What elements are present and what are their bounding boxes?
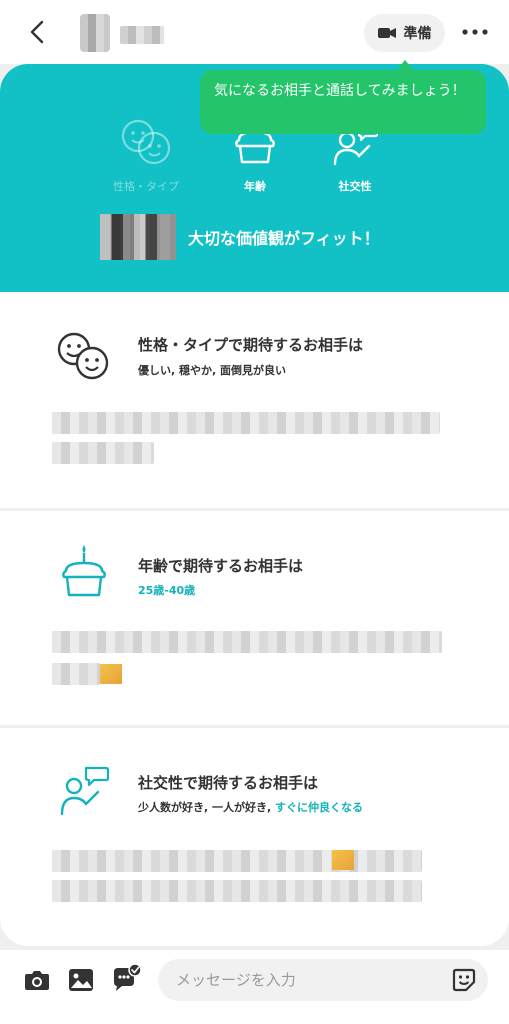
expectation-card-age: 年齢で期待するお相手は 25歳-40歳 — [0, 511, 509, 725]
back-arrow-icon[interactable] — [26, 18, 50, 46]
camera-icon[interactable] — [24, 968, 50, 992]
tooltip-text: 気になるお相手と通話してみましょう！ — [214, 83, 466, 99]
card-subtitle: 25歳-40歳 — [138, 584, 196, 597]
people-chat-icon — [60, 766, 110, 816]
hero-label: 社交性 — [338, 180, 372, 193]
card-subtitle: 少人数が好き, 一人が好き, すぐに仲良くなる — [138, 799, 363, 815]
blurred-message-text — [52, 412, 440, 434]
card-subtitle-plain: 少人数が好き, 一人が好き, — [138, 801, 276, 814]
cake-icon — [62, 545, 106, 597]
emoji-icon — [332, 850, 354, 870]
call-prep-label: 準備 — [403, 26, 432, 42]
card-title: 社交性で期待するお相手は — [138, 774, 319, 792]
blurred-message-text — [52, 442, 154, 464]
partner-name — [120, 26, 164, 44]
chat-check-icon[interactable] — [110, 964, 142, 994]
message-input[interactable] — [158, 959, 488, 1001]
expectation-card-personality: 性格・タイプで期待するお相手は 優しい, 穏やか, 面倒見が良い — [0, 292, 509, 508]
more-options-icon[interactable] — [460, 22, 490, 42]
blurred-message-text — [52, 631, 442, 653]
video-camera-icon — [377, 28, 396, 38]
card-subtitle: 優しい, 穏やか, 面倒見が良い — [138, 364, 287, 377]
call-suggestion-tooltip[interactable]: 気になるお相手と通話してみましょう！ — [200, 60, 486, 134]
card-title: 年齢で期待するお相手は — [138, 557, 304, 575]
blurred-message-text — [52, 850, 422, 872]
card-title: 性格・タイプで期待するお相手は — [138, 336, 364, 354]
hero-item-age: 年齢 — [205, 126, 305, 194]
fit-headline-text: 大切な価値観がフィット！ — [188, 229, 380, 248]
faces-icon — [57, 332, 109, 380]
sticker-icon[interactable] — [452, 968, 476, 992]
hero-label: 年齢 — [244, 180, 266, 193]
blurred-message-text — [52, 880, 422, 902]
hero-item-personality: 性格・タイプ — [96, 116, 196, 194]
expectation-card-sociability: 社交性で期待するお相手は 少人数が好き, 一人が好き, すぐに仲良くなる — [0, 728, 509, 946]
faces-icon — [121, 119, 171, 165]
call-prep-button[interactable]: 準備 — [364, 14, 445, 52]
fit-headline: 大切な価値観がフィット！ — [100, 212, 380, 262]
card-subtitle-highlight: すぐに仲良くなる — [275, 801, 364, 814]
partner-avatar[interactable] — [80, 14, 110, 52]
blurred-message-text — [52, 663, 100, 685]
hero-label: 性格・タイプ — [113, 180, 179, 193]
chat-header: 準備 — [0, 0, 509, 64]
emoji-icon — [100, 664, 122, 684]
user-photos-blurred — [100, 214, 176, 260]
image-gallery-icon[interactable] — [68, 968, 94, 992]
